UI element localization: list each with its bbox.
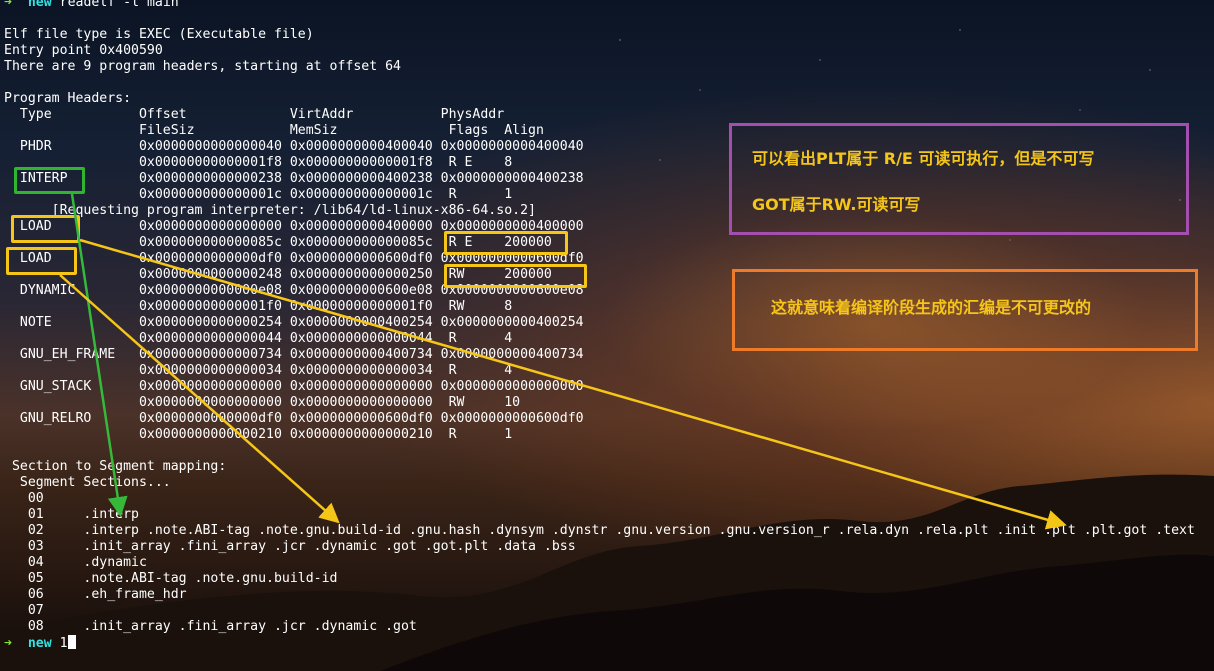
load2-arrow: [59, 274, 340, 524]
load1-arrow: [79, 238, 1067, 530]
annotation-arrows: [59, 193, 1067, 530]
interp-arrow: [70, 193, 128, 517]
